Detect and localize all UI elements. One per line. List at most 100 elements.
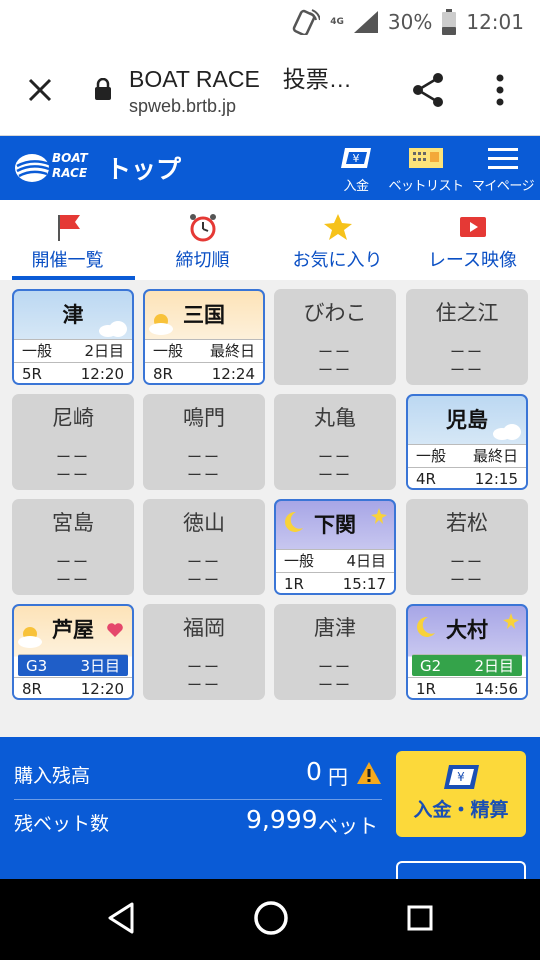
venue-dash: ーー — [55, 466, 90, 484]
app-header: BOAT RACE トップ ¥ 入金 ベットリスト マイページ — [0, 136, 540, 200]
venue-name: 徳山 — [183, 511, 225, 535]
venue-card-tokuyama[interactable]: 徳山 ーー ーー — [143, 499, 265, 595]
venue-card-wakamatsu[interactable]: 若松 ーー ーー — [406, 499, 528, 595]
venue-card-omura[interactable]: 大村 G2 2日目 1R 14:56 — [406, 604, 528, 700]
remaining-bets-label: 残ベット数 — [14, 813, 110, 835]
tab-deadline-order[interactable]: 締切順 — [135, 200, 270, 280]
venue-card-miyajima[interactable]: 宮島 ーー ーー — [12, 499, 134, 595]
recents-icon[interactable] — [406, 904, 434, 932]
tab-race-video[interactable]: レース映像 — [405, 200, 540, 280]
venue-card-mikuni[interactable]: 三国 一般 最終日 8R 12:24 — [143, 289, 265, 385]
ticket-yen-icon: ¥ — [444, 765, 479, 789]
venue-day: 3日目 — [80, 657, 120, 675]
mypage-button[interactable]: マイページ — [471, 144, 535, 196]
venue-card-tsu[interactable]: 津 一般 2日目 5R 12:20 — [12, 289, 134, 385]
venue-grade: G2 — [420, 656, 442, 675]
venue-name: 丸亀 — [314, 406, 356, 430]
venue-name: 住之江 — [435, 301, 499, 325]
tab-label: 開催一覧 — [31, 250, 104, 271]
venue-name: びわこ — [303, 301, 367, 325]
page-title-browser: BOAT RACE 投票… — [129, 66, 352, 92]
venue-card-biwako[interactable]: びわこ ーー ーー — [274, 289, 396, 385]
venue-dash: ーー — [186, 676, 221, 694]
svg-text:¥: ¥ — [457, 770, 465, 784]
ticket-yen-icon: ¥ — [341, 148, 371, 168]
wifi-calling-icon — [292, 9, 321, 35]
signal-icon — [353, 11, 378, 33]
venue-grade: 一般 — [284, 552, 315, 570]
home-icon[interactable] — [252, 899, 290, 937]
page-title: トップ — [106, 155, 182, 184]
betlist-button[interactable]: ベットリスト — [388, 144, 464, 196]
status-bar: 4G 30% 12:01 — [0, 0, 540, 44]
venue-race: 1R — [284, 575, 304, 593]
system-nav-bar — [0, 879, 540, 960]
venue-dash: ーー — [449, 361, 484, 379]
battery-icon — [442, 9, 457, 35]
star-icon — [323, 214, 352, 240]
mypage-label: マイページ — [471, 179, 535, 194]
alarm-clock-icon — [189, 214, 216, 242]
venue-race: 5R — [22, 365, 42, 383]
more-vert-icon[interactable] — [488, 70, 512, 110]
remaining-bets-unit: ベット — [318, 814, 378, 838]
svg-text:¥: ¥ — [353, 152, 360, 165]
deposit-settle-label: 入金・精算 — [413, 799, 509, 821]
venue-card-ashiya[interactable]: 芦屋 G3 3日目 8R 12:20 — [12, 604, 134, 700]
remaining-bets-value: 9,999 — [246, 805, 318, 834]
venue-card-karatsu[interactable]: 唐津 ーー ーー — [274, 604, 396, 700]
venue-card-suminoe[interactable]: 住之江 ーー ーー — [406, 289, 528, 385]
venue-time: 12:20 — [80, 680, 124, 698]
venue-name: 若松 — [446, 511, 488, 535]
back-icon[interactable] — [106, 901, 136, 935]
network-type: 4G — [330, 17, 344, 27]
video-play-icon — [459, 217, 486, 237]
venue-time: 14:56 — [474, 680, 518, 698]
venue-card-amagasaki[interactable]: 尼崎 ーー ーー — [12, 394, 134, 490]
venue-name: 尼崎 — [52, 406, 94, 430]
balance-panel: 購入残高 0 円 残ベット数 9,999 ベット ¥ 入金・精算 — [0, 737, 540, 885]
venue-name: 大村 — [446, 618, 488, 642]
venue-race: 1R — [416, 680, 436, 698]
venue-name: 下関 — [314, 513, 356, 537]
venue-time: 12:20 — [80, 365, 124, 383]
battery-percent: 30% — [387, 10, 433, 34]
venue-name: 児島 — [446, 408, 488, 432]
venue-name: 津 — [62, 303, 84, 327]
hamburger-menu-icon — [488, 148, 518, 169]
venue-grade: G3 — [26, 656, 48, 675]
ticket-list-icon — [409, 148, 443, 168]
tab-schedule-list[interactable]: 開催一覧 — [0, 200, 135, 280]
venue-dash: ーー — [186, 571, 221, 589]
purchase-balance-value: 0 — [306, 757, 322, 786]
venue-race: 4R — [416, 470, 436, 488]
flag-icon — [57, 215, 80, 241]
venue-card-marugame[interactable]: 丸亀 ーー ーー — [274, 394, 396, 490]
logo-text: BOAT RACE — [52, 151, 88, 181]
deposit-button[interactable]: ¥ 入金 — [334, 144, 378, 196]
tab-label: 締切順 — [175, 250, 230, 271]
venue-dash: ーー — [55, 571, 90, 589]
venue-day: 2日目 — [84, 342, 124, 360]
share-icon[interactable] — [408, 70, 448, 110]
venue-name: 唐津 — [314, 616, 356, 640]
venue-dash: ーー — [317, 466, 352, 484]
venue-dash: ーー — [186, 466, 221, 484]
venue-race: 8R — [153, 365, 173, 383]
venue-name: 芦屋 — [52, 618, 94, 642]
venue-grade: 一般 — [153, 342, 184, 360]
venue-card-shimonoseki[interactable]: 下関 一般 4日目 1R 15:17 — [274, 499, 396, 595]
venue-race: 8R — [22, 680, 42, 698]
url-text[interactable]: spweb.brtb.jp — [129, 96, 236, 117]
close-icon[interactable] — [22, 72, 58, 108]
venue-time: 12:15 — [474, 470, 518, 488]
warning-icon[interactable] — [356, 761, 382, 785]
venue-card-naruto[interactable]: 鳴門 ーー ーー — [143, 394, 265, 490]
deposit-settle-button[interactable]: ¥ 入金・精算 — [396, 751, 526, 837]
venue-day: 最終日 — [209, 342, 255, 360]
venue-card-kojima[interactable]: 児島 一般 最終日 4R 12:15 — [406, 394, 528, 490]
logo-line-2: RACE — [52, 166, 88, 180]
tab-favorites[interactable]: お気に入り — [270, 200, 405, 280]
venue-dash: ーー — [449, 571, 484, 589]
venue-card-fukuoka[interactable]: 福岡 ーー ーー — [143, 604, 265, 700]
